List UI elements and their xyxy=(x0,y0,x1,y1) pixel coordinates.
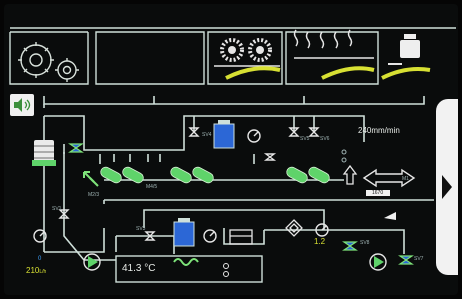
motor-m2-tag: M2/3 xyxy=(88,192,100,198)
next-page-button[interactable] xyxy=(436,99,458,275)
valve-sv6-tag: SV6 xyxy=(320,136,330,142)
motor-m1-tag: M1 xyxy=(402,176,409,182)
flow-value: 210 xyxy=(26,266,40,275)
dosing-box xyxy=(229,229,253,245)
active-valves xyxy=(68,143,414,265)
flow-unit: L/h xyxy=(39,269,47,275)
speed-readout: 240mm/min xyxy=(358,126,400,135)
flow-zero: 0 xyxy=(38,256,42,262)
heat-exchanger-icon xyxy=(285,219,303,237)
valve-sv3-tag: SV3 xyxy=(136,226,146,232)
tab-blank[interactable] xyxy=(96,32,204,84)
flow-readout: 210L/h xyxy=(26,266,46,275)
tab-heating[interactable] xyxy=(286,32,378,84)
valve-sv8-tag: SV8 xyxy=(360,240,370,246)
chevron-right-icon xyxy=(442,175,452,199)
lift-arrow-icon xyxy=(342,164,358,185)
tab-settings[interactable] xyxy=(10,32,88,84)
conveyor-rollers xyxy=(100,166,330,184)
valve-sv7-tag: SV7 xyxy=(414,256,424,262)
sound-button[interactable] xyxy=(10,94,34,116)
drum-icon xyxy=(32,140,56,166)
heater-coil-icon xyxy=(173,258,199,266)
count-readout: 1670 xyxy=(372,190,384,196)
piping xyxy=(43,115,434,261)
tab-drying[interactable] xyxy=(208,32,282,84)
conveyor-tag: M4/5 xyxy=(146,184,158,190)
valve-sv4-tag: SV4 xyxy=(202,132,212,138)
valve-sv1-tag: SV1 xyxy=(52,206,62,212)
speaker-icon xyxy=(14,98,31,112)
pressure-readout: 1.2 xyxy=(314,237,326,246)
valve-sv5-tag: SV5 xyxy=(300,136,310,142)
tank-upper-icon xyxy=(213,120,235,149)
hmi-screen: 240mm/min 41.3 °C 1670 210L/h 0 1.2 M4/5… xyxy=(4,4,458,295)
direction-arrows-icon xyxy=(83,171,99,187)
tab-discharge[interactable] xyxy=(382,32,452,84)
temperature-readout: 41.3 °C xyxy=(122,263,156,274)
tank-lower-icon xyxy=(173,218,195,247)
